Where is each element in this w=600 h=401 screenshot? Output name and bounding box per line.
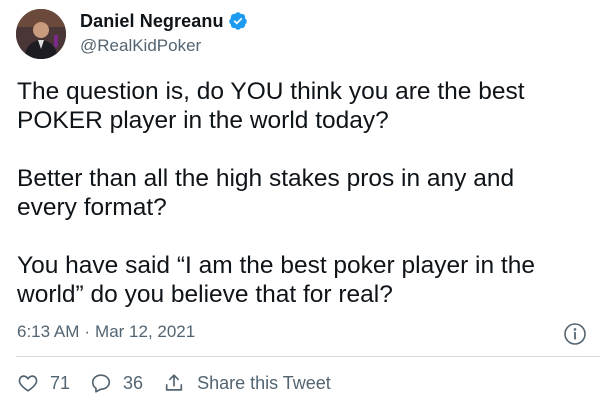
share-icon (165, 374, 183, 391)
author-name[interactable]: Daniel Negreanu (80, 11, 224, 32)
tweet-paragraph: Better than all the high stakes pros in … (17, 165, 515, 221)
tweet-timestamp[interactable]: 6:13 AM · Mar 12, 2021 (17, 322, 195, 342)
share-label: Share this Tweet (197, 372, 331, 393)
reply-count: 36 (123, 372, 144, 393)
author-block: Daniel Negreanu @RealKidPoker (80, 11, 248, 56)
reply-button[interactable]: 36 (90, 372, 143, 394)
avatar[interactable] (16, 9, 66, 59)
tweet-card: Daniel Negreanu @RealKidPoker The questi… (0, 0, 600, 401)
tweet-text: The question is, do YOU think you are th… (17, 77, 577, 309)
tweet-paragraph: You have said “I am the best poker playe… (17, 252, 535, 308)
share-button[interactable]: Share this Tweet (163, 372, 331, 394)
info-icon[interactable] (563, 322, 587, 346)
tweet-time: 6:13 AM (17, 322, 80, 341)
verified-badge-icon (228, 12, 247, 30)
tweet-paragraph: The question is, do YOU think you are th… (17, 78, 525, 134)
meta-separator: · (84, 322, 91, 341)
reply-icon (91, 374, 111, 393)
heart-icon (18, 375, 38, 392)
like-button[interactable]: 71 (17, 372, 70, 394)
tweet-header: Daniel Negreanu @RealKidPoker (16, 9, 248, 59)
author-handle[interactable]: @RealKidPoker (80, 36, 248, 56)
action-bar: 71 36 Share this Tweet (17, 372, 351, 394)
like-count: 71 (50, 372, 71, 393)
divider (16, 356, 600, 357)
tweet-date: Mar 12, 2021 (95, 322, 196, 341)
name-row: Daniel Negreanu (80, 11, 248, 32)
